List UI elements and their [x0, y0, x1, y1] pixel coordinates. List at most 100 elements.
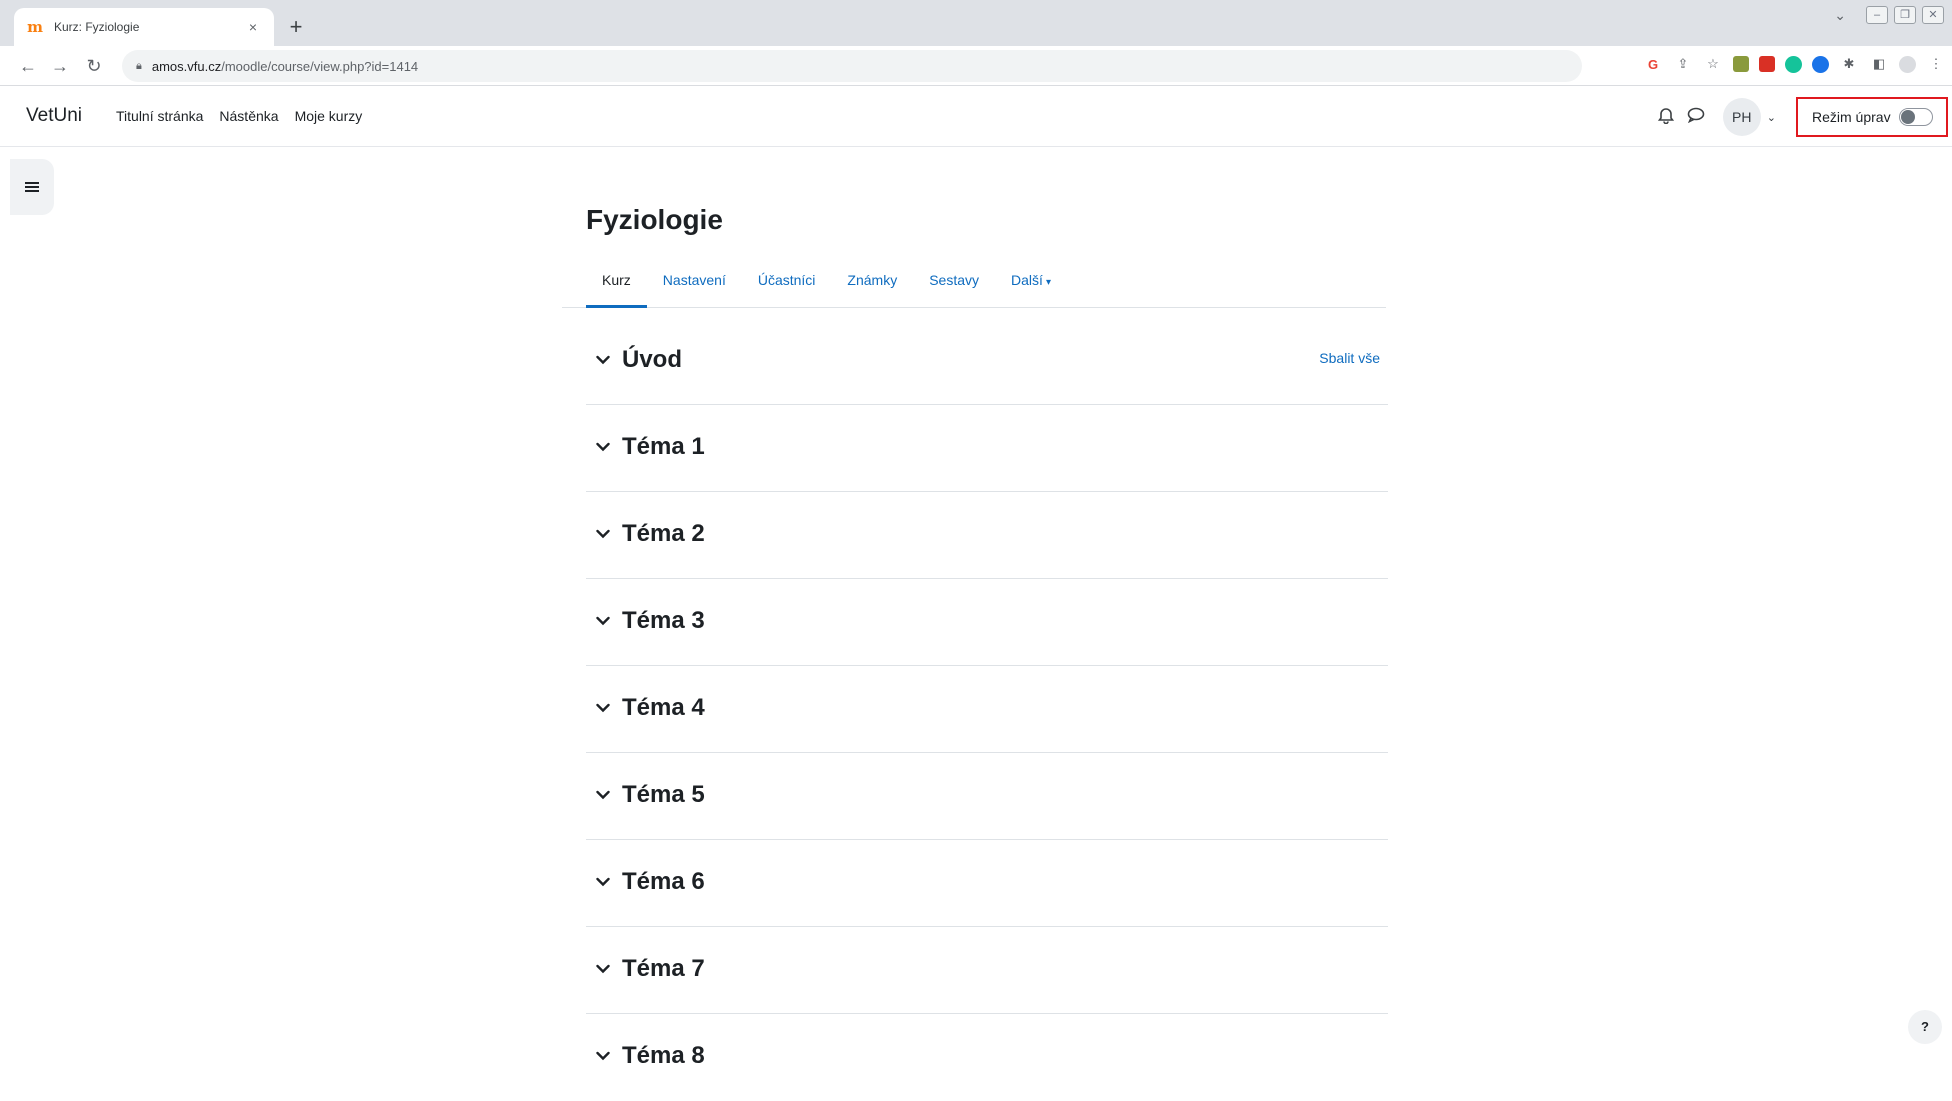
browser-tab-title: Kurz: Fyziologie [54, 20, 140, 34]
chevron-down-icon[interactable] [596, 788, 610, 802]
nav-dashboard-link[interactable]: Nástěnka [219, 108, 278, 124]
site-navbar: VetUni Titulní stránka Nástěnka Moje kur… [0, 87, 1952, 147]
extensions-bar: G ⇪ ☆ ✱ ◧ ⋮ [1643, 54, 1946, 74]
tab-reports-label: Sestavy [929, 272, 980, 288]
tab-search-icon[interactable]: ⌄ [1834, 7, 1846, 24]
tab-grades-label: Známky [847, 272, 898, 288]
section-title[interactable]: Téma 6 [622, 868, 705, 896]
profile-icon[interactable] [1899, 55, 1916, 73]
side-panel-icon[interactable]: ◧ [1869, 54, 1889, 74]
section-header[interactable]: Téma 1 [596, 433, 705, 461]
address-bar[interactable]: 🔒︎ amos.vfu.cz/moodle/course/view.php?id… [122, 50, 1582, 82]
course-section: Téma 1 [586, 405, 1388, 492]
bookmark-star-icon[interactable]: ☆ [1703, 54, 1723, 74]
url-path: /moodle/course/view.php?id=1414 [221, 58, 419, 74]
course-section: Téma 8 [586, 1014, 1388, 1101]
lock-icon: 🔒︎ [136, 59, 142, 72]
tab-more-label: Další [1011, 272, 1043, 288]
chevron-down-icon: ▾ [1045, 277, 1051, 288]
section-header[interactable]: Téma 8 [596, 1042, 705, 1070]
chevron-down-icon[interactable] [596, 353, 610, 367]
course-section: Téma 7 [586, 927, 1388, 1014]
forward-icon[interactable]: → [46, 52, 74, 80]
chevron-down-icon[interactable] [596, 962, 610, 976]
close-window-icon[interactable]: ✕ [1922, 6, 1944, 24]
tab-grades[interactable]: Známky [831, 262, 913, 308]
section-title[interactable]: Téma 1 [622, 433, 705, 461]
url-host: amos.vfu.cz [151, 58, 222, 74]
course-section: Téma 4 [586, 666, 1388, 753]
course-sections: Úvod Sbalit vše Téma 1 Téma 2 Téma 3 Tém… [586, 318, 1388, 1101]
list-icon [25, 182, 39, 192]
tab-course[interactable]: Kurz [586, 262, 647, 308]
extension-icon[interactable] [1733, 56, 1749, 72]
tab-participants[interactable]: Účastníci [742, 262, 832, 308]
section-title[interactable]: Téma 2 [622, 520, 705, 548]
section-header[interactable]: Úvod [596, 346, 682, 374]
course-section: Téma 5 [586, 753, 1388, 840]
nav-home-link[interactable]: Titulní stránka [116, 108, 203, 124]
toggle-knob [1900, 110, 1915, 124]
section-header[interactable]: Téma 4 [596, 694, 705, 722]
course-section: Téma 2 [586, 492, 1388, 579]
back-icon[interactable]: ← [14, 52, 42, 80]
section-title[interactable]: Téma 3 [622, 607, 705, 635]
help-button[interactable]: ? [1908, 1010, 1942, 1044]
course-index-toggle[interactable] [10, 159, 54, 215]
new-tab-button[interactable]: + [282, 14, 310, 42]
chevron-down-icon[interactable] [596, 527, 610, 541]
section-header[interactable]: Téma 2 [596, 520, 705, 548]
tab-course-label: Kurz [602, 272, 631, 288]
chevron-down-icon[interactable] [596, 1049, 610, 1063]
tab-settings-label: Nastavení [662, 272, 726, 288]
window-controls: ⌄ – ❐ ✕ [1834, 6, 1944, 24]
course-section: Úvod Sbalit vše [586, 318, 1388, 405]
primary-navigation: Titulní stránka Nástěnka Moje kurzy [116, 108, 362, 124]
section-title[interactable]: Téma 7 [622, 955, 705, 983]
edit-mode-toggle[interactable] [1898, 108, 1933, 126]
chevron-down-icon[interactable] [596, 614, 610, 628]
pdf-extension-icon[interactable] [1759, 56, 1775, 72]
tab-close-icon[interactable]: × [244, 19, 262, 35]
user-avatar[interactable]: PH [1722, 98, 1761, 136]
messages-icon[interactable] [1681, 107, 1711, 128]
tab-more[interactable]: Další ▾ [995, 262, 1067, 308]
section-header[interactable]: Téma 6 [596, 868, 705, 896]
section-header[interactable]: Téma 5 [596, 781, 705, 809]
collapse-all-link[interactable]: Sbalit vše [1319, 350, 1380, 366]
site-brand[interactable]: VetUni [26, 105, 82, 127]
url-text: amos.vfu.cz/moodle/course/view.php?id=14… [152, 59, 418, 74]
section-title[interactable]: Téma 8 [622, 1042, 705, 1070]
course-content: Fyziologie Kurz Nastavení Účastníci Znám… [562, 200, 1388, 1101]
tab-reports[interactable]: Sestavy [913, 262, 995, 308]
section-title[interactable]: Téma 5 [622, 781, 705, 809]
user-navigation: PH ⌄ Režim úprav [1651, 87, 1952, 147]
page-title: Fyziologie [586, 204, 723, 235]
extensions-puzzle-icon[interactable]: ✱ [1839, 54, 1859, 74]
course-section: Téma 6 [586, 840, 1388, 927]
chevron-down-icon[interactable] [596, 701, 610, 715]
section-header[interactable]: Téma 3 [596, 607, 705, 635]
browser-tab[interactable]: m Kurz: Fyziologie × [14, 8, 274, 46]
reload-icon[interactable]: ↻ [80, 52, 108, 80]
edit-mode-label: Režim úprav [1812, 109, 1891, 125]
notifications-bell-icon[interactable] [1651, 106, 1681, 129]
moodle-favicon-icon: m [27, 18, 43, 36]
browser-tab-strip: m Kurz: Fyziologie × + ⌄ – ❐ ✕ [0, 0, 1952, 46]
section-title[interactable]: Úvod [622, 346, 682, 374]
restore-icon[interactable]: ❐ [1894, 6, 1916, 24]
section-header[interactable]: Téma 7 [596, 955, 705, 983]
tab-settings[interactable]: Nastavení [647, 262, 742, 308]
edit-mode-control: Režim úprav [1796, 97, 1948, 137]
grammarly-icon[interactable] [1785, 55, 1802, 73]
google-icon[interactable]: G [1643, 54, 1663, 74]
minimize-icon[interactable]: – [1866, 6, 1888, 24]
user-menu-chevron-icon[interactable]: ⌄ [1767, 111, 1776, 124]
extension-blue-icon[interactable] [1812, 55, 1829, 73]
section-title[interactable]: Téma 4 [622, 694, 705, 722]
chevron-down-icon[interactable] [596, 875, 610, 889]
nav-my-courses-link[interactable]: Moje kurzy [295, 108, 363, 124]
chevron-down-icon[interactable] [596, 440, 610, 454]
browser-menu-icon[interactable]: ⋮ [1926, 54, 1946, 74]
share-icon[interactable]: ⇪ [1673, 54, 1693, 74]
